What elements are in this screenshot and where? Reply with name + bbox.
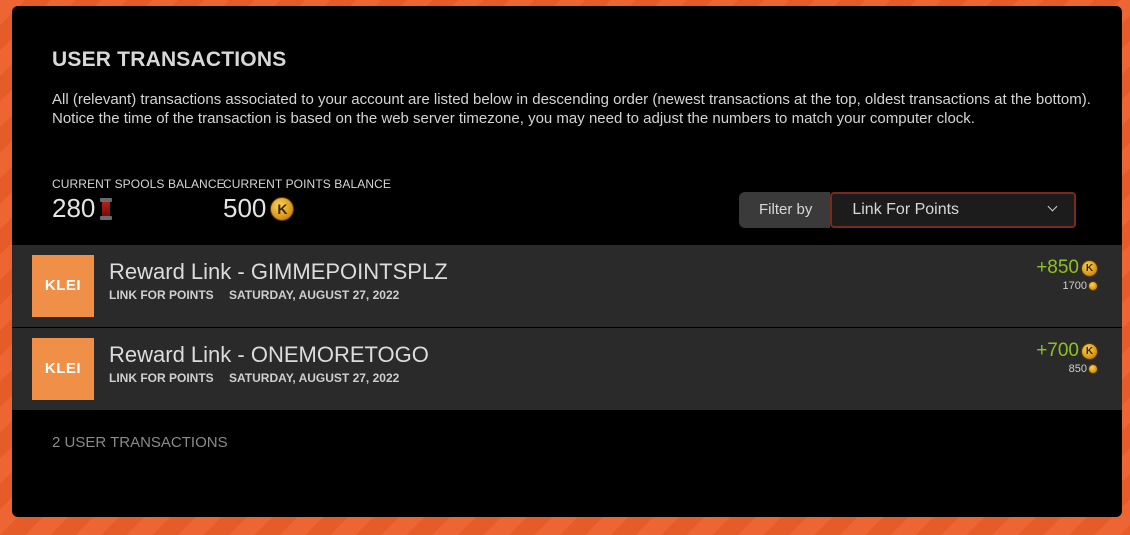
klei-logo: KLEI (32, 255, 94, 317)
transaction-date: SATURDAY, AUGUST 27, 2022 (229, 371, 400, 385)
transaction-row: KLEI Reward Link - ONEMORETOGO LINK FOR … (12, 328, 1122, 410)
points-balance-label: CURRENT POINTS BALANCE (223, 177, 392, 191)
spools-balance-label: CURRENT SPOOLS BALANCE (52, 177, 225, 191)
filter-control: Filter by Link For Points (739, 192, 1077, 228)
klei-points-coin-icon (1088, 364, 1098, 374)
transaction-running-total: 1700 (1063, 280, 1098, 292)
transaction-meta: LINK FOR POINTS SATURDAY, AUGUST 27, 202… (109, 371, 399, 385)
klei-points-coin-icon (1088, 281, 1098, 291)
chevron-down-icon (1047, 201, 1058, 212)
running-total-value: 850 (1068, 363, 1087, 375)
transactions-panel: USER TRANSACTIONS All (relevant) transac… (12, 6, 1122, 517)
transaction-amount-value: +850 (1036, 257, 1079, 278)
points-balance-value: 500 (223, 193, 267, 223)
filter-label: Filter by (739, 192, 831, 228)
transaction-amount-value: +700 (1036, 340, 1079, 361)
running-total-value: 1700 (1062, 280, 1087, 292)
transaction-amount: +700 K (1036, 340, 1098, 362)
intro-text: All (relevant) transactions associated t… (52, 91, 1091, 127)
transaction-date: SATURDAY, AUGUST 27, 2022 (229, 288, 400, 302)
page-title: USER TRANSACTIONS (52, 48, 287, 71)
transaction-row: KLEI Reward Link - GIMMEPOINTSPLZ LINK F… (12, 245, 1122, 327)
klei-points-coin-icon: K (1081, 342, 1098, 360)
filter-selected-value: Link For Points (852, 201, 960, 218)
klei-logo: KLEI (32, 338, 94, 400)
spools-balance-value: 280 (52, 193, 96, 223)
transaction-title: Reward Link - GIMMEPOINTSPLZ (109, 259, 448, 284)
transaction-type: LINK FOR POINTS (109, 371, 214, 385)
transaction-meta: LINK FOR POINTS SATURDAY, AUGUST 27, 202… (109, 288, 399, 302)
spools-balance: CURRENT SPOOLS BALANCE 280 (52, 177, 225, 224)
transaction-count: 2 USER TRANSACTIONS (52, 434, 228, 451)
transaction-title: Reward Link - ONEMORETOGO (109, 342, 429, 367)
klei-points-coin-icon: K (1081, 259, 1098, 277)
points-balance: CURRENT POINTS BALANCE 500 K (223, 177, 391, 224)
klei-points-coin-icon: K (270, 196, 295, 221)
transaction-amount: +850 K (1036, 257, 1098, 279)
spool-icon (100, 197, 113, 220)
transaction-running-total: 850 (1069, 363, 1098, 375)
transaction-type: LINK FOR POINTS (109, 288, 214, 302)
filter-select[interactable]: Link For Points (830, 192, 1077, 228)
